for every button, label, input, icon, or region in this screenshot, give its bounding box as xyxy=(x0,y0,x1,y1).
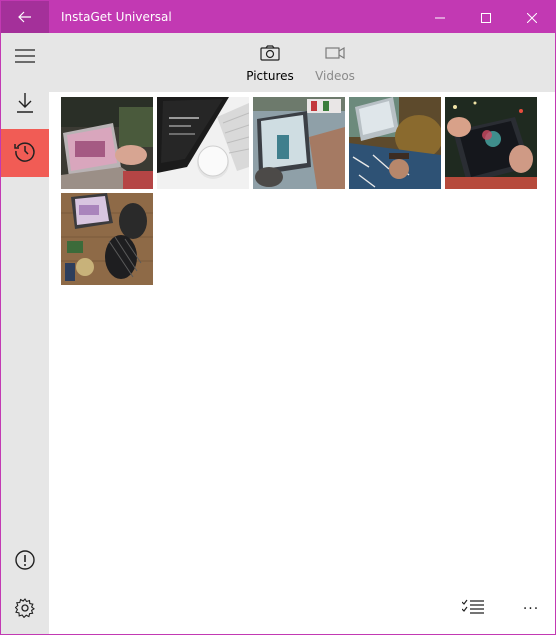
download-icon xyxy=(16,93,34,117)
tab-pictures-label: Pictures xyxy=(246,69,294,83)
app-title: InstaGet Universal xyxy=(61,10,172,24)
multi-select-list-icon xyxy=(461,599,484,619)
photo-tablet-hands-drawing[interactable] xyxy=(445,97,537,189)
back-arrow-icon xyxy=(18,8,32,27)
multi-select-button[interactable] xyxy=(451,593,495,625)
close-button[interactable] xyxy=(509,1,555,33)
tab-videos[interactable]: Videos xyxy=(300,33,370,92)
sidebar-item-settings[interactable] xyxy=(1,586,49,634)
photo-surface-laptop-hands[interactable] xyxy=(61,97,153,189)
tab-pictures[interactable]: Pictures xyxy=(235,33,305,92)
sidebar-hamburger-button[interactable] xyxy=(1,33,49,81)
hamburger-menu-icon xyxy=(15,48,35,67)
settings-gear-icon xyxy=(14,598,35,622)
camera-icon xyxy=(260,45,280,61)
sidebar-item-info[interactable] xyxy=(1,538,49,586)
maximize-icon xyxy=(481,8,491,27)
info-icon xyxy=(15,550,35,574)
sidebar-item-download[interactable] xyxy=(1,81,49,129)
app-window: InstaGet Universal Pictures Videos ··· xyxy=(0,0,556,635)
close-icon xyxy=(526,8,538,27)
photo-surface-pro-table[interactable] xyxy=(253,97,345,189)
photo-surface-dial-keyboard[interactable] xyxy=(157,97,249,189)
photo-person-laptop-couch[interactable] xyxy=(349,97,441,189)
more-ellipsis-icon: ··· xyxy=(522,601,540,617)
video-camera-icon xyxy=(325,45,345,61)
minimize-icon xyxy=(435,8,445,27)
back-button[interactable] xyxy=(1,1,49,33)
media-tab-bar: Pictures Videos xyxy=(49,33,555,92)
photo-items-flatlay-wood[interactable] xyxy=(61,193,153,285)
maximize-button[interactable] xyxy=(463,1,509,33)
sidebar xyxy=(1,33,49,634)
title-bar: InstaGet Universal xyxy=(1,1,555,33)
history-icon xyxy=(14,140,36,166)
minimize-button[interactable] xyxy=(417,1,463,33)
main-content: Pictures Videos ··· xyxy=(49,33,555,634)
tab-videos-label: Videos xyxy=(315,69,355,83)
more-options-button[interactable]: ··· xyxy=(509,593,553,625)
sidebar-item-history[interactable] xyxy=(1,129,49,177)
